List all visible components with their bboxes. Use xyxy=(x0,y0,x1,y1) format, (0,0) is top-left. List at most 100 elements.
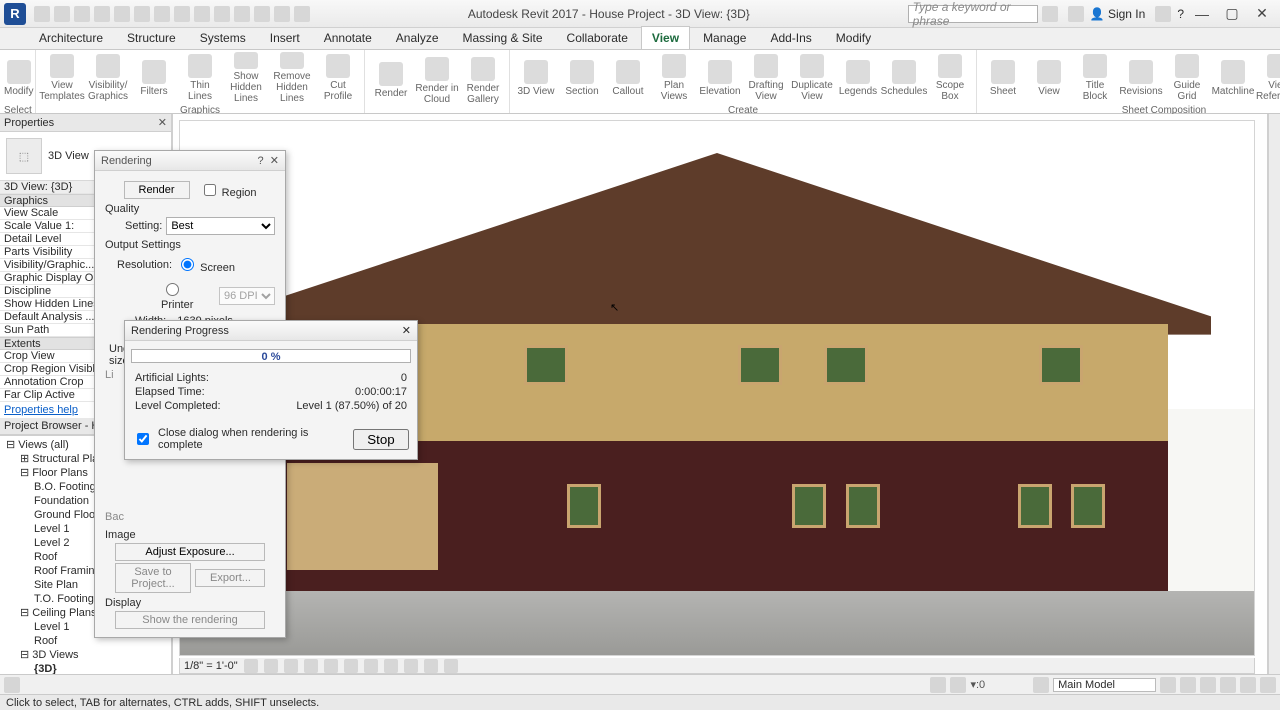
ribbon-view[interactable]: View xyxy=(1027,52,1071,104)
status-hint: Click to select, TAB for alternates, CTR… xyxy=(6,697,319,709)
reveal-icon[interactable] xyxy=(424,659,438,673)
render-button[interactable]: Render xyxy=(124,181,190,199)
progress-close-icon[interactable]: ✕ xyxy=(402,324,411,337)
qat-align-icon[interactable] xyxy=(154,6,170,22)
close-on-complete-checkbox[interactable] xyxy=(137,433,149,445)
modify-tool[interactable]: Modify xyxy=(4,52,33,104)
minimize-button[interactable]: — xyxy=(1190,5,1214,23)
detail-level-icon[interactable] xyxy=(244,659,258,673)
qat-undo-icon[interactable] xyxy=(74,6,90,22)
region-checkbox[interactable] xyxy=(204,184,216,196)
ribbon-3d-view[interactable]: 3D View xyxy=(514,52,558,104)
help-search-input[interactable]: Type a keyword or phrase xyxy=(908,5,1038,23)
qat-text-icon[interactable] xyxy=(174,6,190,22)
ribbon-icon xyxy=(846,60,870,84)
app-icon[interactable]: R xyxy=(4,3,26,25)
tab-analyze[interactable]: Analyze xyxy=(385,26,450,49)
sun-path-icon[interactable] xyxy=(284,659,298,673)
rendering-help-icon[interactable]: ? xyxy=(258,155,264,167)
ribbon-render-in-cloud[interactable]: Render in Cloud xyxy=(415,55,459,107)
ribbon-visibility-graphics[interactable]: Visibility/ Graphics xyxy=(86,52,130,104)
resolution-screen-radio[interactable] xyxy=(181,258,194,271)
ribbon-duplicate-view[interactable]: Duplicate View xyxy=(790,52,834,104)
ribbon-icon xyxy=(1129,60,1153,84)
stop-button[interactable]: Stop xyxy=(353,429,409,450)
qat-3d-icon[interactable] xyxy=(194,6,210,22)
adjust-exposure-button[interactable]: Adjust Exposure... xyxy=(115,543,265,561)
worksets-icon[interactable] xyxy=(4,677,20,693)
tab-collaborate[interactable]: Collaborate xyxy=(556,26,639,49)
crop-region-icon[interactable] xyxy=(364,659,378,673)
ribbon-elevation[interactable]: Elevation xyxy=(698,52,742,104)
ribbon-remove-hidden-lines[interactable]: Remove Hidden Lines xyxy=(270,52,314,104)
temp-hide-icon[interactable] xyxy=(404,659,418,673)
tab-modify[interactable]: Modify xyxy=(825,26,882,49)
qat-save-icon[interactable] xyxy=(54,6,70,22)
qat-redo-icon[interactable] xyxy=(94,6,110,22)
ribbon-show-hidden-lines[interactable]: Show Hidden Lines xyxy=(224,52,268,104)
tab-structure[interactable]: Structure xyxy=(116,26,187,49)
tab-architecture[interactable]: Architecture xyxy=(28,26,114,49)
lock-icon[interactable] xyxy=(384,659,398,673)
tab-systems[interactable]: Systems xyxy=(189,26,257,49)
ribbon-section[interactable]: Section xyxy=(560,52,604,104)
resolution-printer-radio[interactable] xyxy=(166,283,179,296)
ribbon-scope-box[interactable]: Scope Box xyxy=(928,52,972,104)
progress-bar: 0 % xyxy=(131,349,411,363)
rendering-close-icon[interactable]: ✕ xyxy=(270,154,279,167)
qat-thin-icon[interactable] xyxy=(234,6,250,22)
tab-annotate[interactable]: Annotate xyxy=(313,26,383,49)
editable-only-icon[interactable] xyxy=(950,677,966,693)
qat-more-icon[interactable] xyxy=(294,6,310,22)
design-options-icon[interactable] xyxy=(1033,677,1049,693)
ribbon-title-block[interactable]: Title Block xyxy=(1073,52,1117,104)
tab-massing-site[interactable]: Massing & Site xyxy=(452,26,554,49)
qat-print-icon[interactable] xyxy=(114,6,130,22)
ribbon-plan-views[interactable]: Plan Views xyxy=(652,52,696,104)
main-model-select[interactable]: Main Model xyxy=(1053,678,1156,692)
close-button[interactable]: ✕ xyxy=(1250,5,1274,23)
ribbon-schedules[interactable]: Schedules xyxy=(882,52,926,104)
tree-node[interactable]: {3D} xyxy=(0,662,171,674)
tab-view[interactable]: View xyxy=(641,26,690,49)
ribbon-cut-profile[interactable]: Cut Profile xyxy=(316,52,360,104)
tab-insert[interactable]: Insert xyxy=(259,26,311,49)
qat-section-icon[interactable] xyxy=(214,6,230,22)
properties-close-icon[interactable]: ✕ xyxy=(158,116,167,129)
qat-measure-icon[interactable] xyxy=(134,6,150,22)
viewport-scrollbar[interactable] xyxy=(1268,114,1280,674)
ribbon-render[interactable]: Render xyxy=(369,55,413,107)
ribbon-filters[interactable]: Filters xyxy=(132,52,176,104)
qat-open-icon[interactable] xyxy=(34,6,50,22)
ribbon-render-gallery[interactable]: Render Gallery xyxy=(461,55,505,107)
elapsed-time-value: 0:00:00:17 xyxy=(355,386,407,398)
ribbon-view-reference[interactable]: View Reference xyxy=(1257,52,1280,104)
tab-manage[interactable]: Manage xyxy=(692,26,757,49)
ribbon-matchline[interactable]: Matchline xyxy=(1211,52,1255,104)
signin-label[interactable]: 👤 Sign In xyxy=(1090,7,1146,21)
qat-sync-icon[interactable] xyxy=(274,6,290,22)
ribbon-view-templates[interactable]: View Templates xyxy=(40,52,84,104)
qat-close-icon[interactable] xyxy=(254,6,270,22)
ribbon-legends[interactable]: Legends xyxy=(836,52,880,104)
ribbon-thin-lines[interactable]: Thin Lines xyxy=(178,52,222,104)
ribbon-drafting-view[interactable]: Drafting View xyxy=(744,52,788,104)
maximize-button[interactable]: ▢ xyxy=(1220,5,1244,23)
ribbon-sheet[interactable]: Sheet xyxy=(981,52,1025,104)
analytical-icon[interactable] xyxy=(444,659,458,673)
view-scale[interactable]: 1/8" = 1'-0" xyxy=(184,660,238,672)
quality-setting-select[interactable]: Best xyxy=(166,217,275,235)
tree-node[interactable]: ⊟ 3D Views xyxy=(0,648,171,662)
shadows-icon[interactable] xyxy=(304,659,318,673)
help-icon[interactable]: ? xyxy=(1177,7,1184,21)
ribbon-callout[interactable]: Callout xyxy=(606,52,650,104)
rendering-icon[interactable] xyxy=(324,659,338,673)
ribbon-icon xyxy=(570,60,594,84)
crop-icon[interactable] xyxy=(344,659,358,673)
ribbon-guide-grid[interactable]: Guide Grid xyxy=(1165,52,1209,104)
ribbon-revisions[interactable]: Revisions xyxy=(1119,52,1163,104)
visual-style-icon[interactable] xyxy=(264,659,278,673)
tab-addins[interactable]: Add-Ins xyxy=(759,26,822,49)
selection-filter-icon[interactable] xyxy=(930,677,946,693)
artificial-lights-value: 0 xyxy=(401,372,407,384)
